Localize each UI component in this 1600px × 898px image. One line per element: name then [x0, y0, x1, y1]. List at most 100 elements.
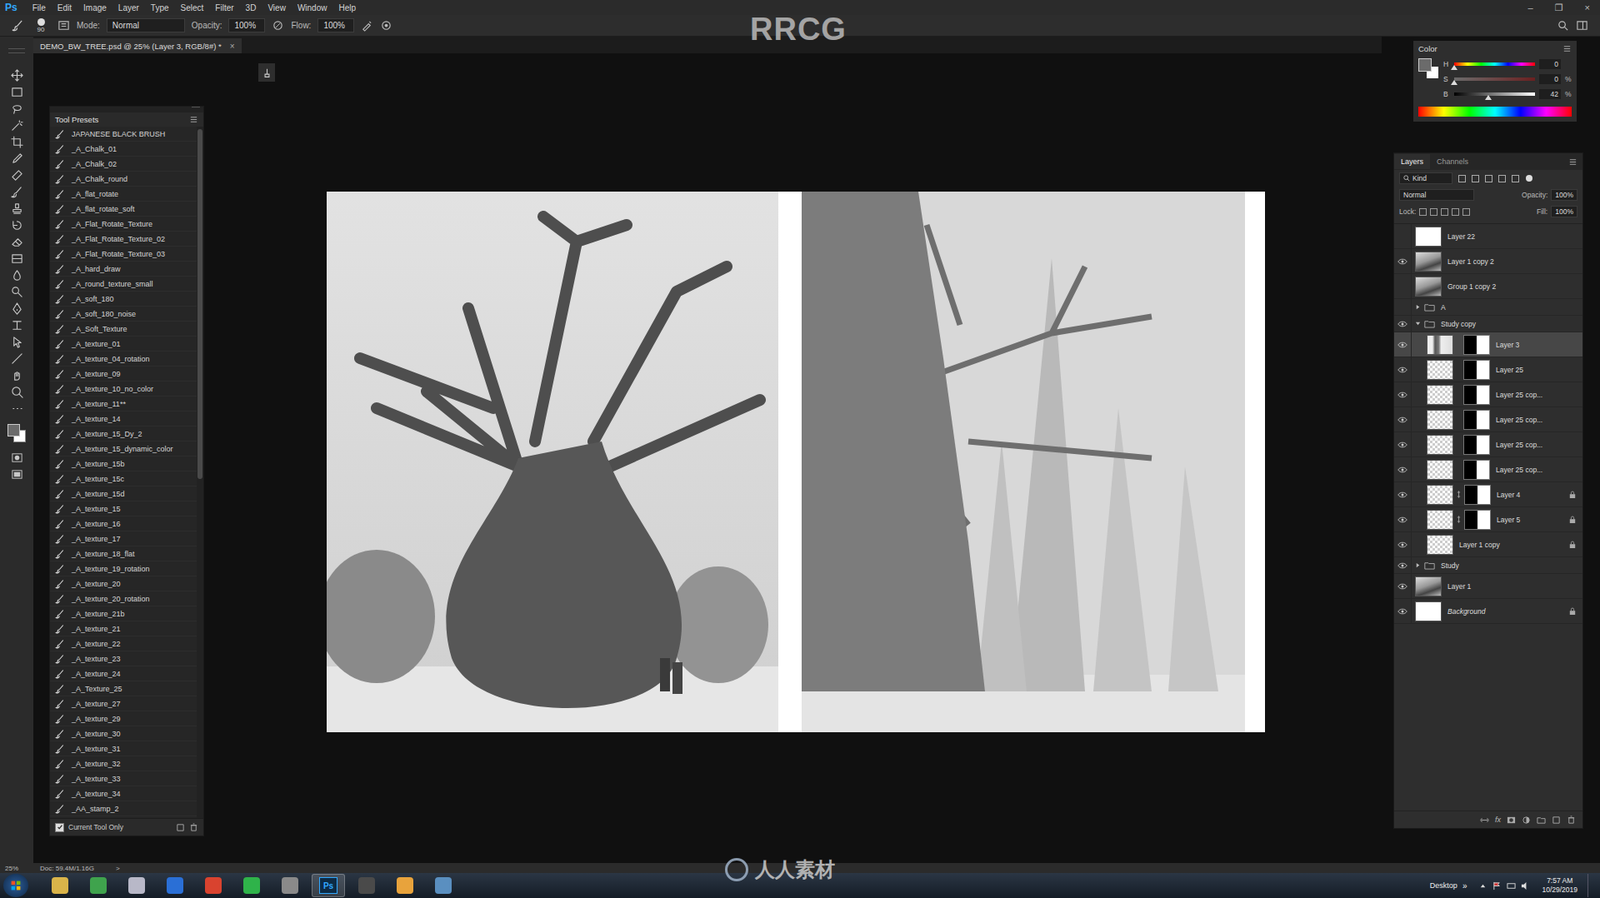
- group-name[interactable]: Study copy: [1440, 320, 1476, 329]
- panel-title-bar[interactable]: [50, 106, 204, 113]
- layer-mask-thumbnail[interactable]: [1464, 510, 1491, 530]
- chevron-icon[interactable]: [1415, 562, 1421, 569]
- layer-thumbnail[interactable]: [1426, 535, 1454, 555]
- layer-row[interactable]: Layer 3: [1394, 332, 1583, 358]
- preset-item[interactable]: _A_texture_09: [50, 366, 197, 382]
- menu-item[interactable]: Type: [150, 3, 170, 13]
- channel-value[interactable]: 0: [1539, 74, 1561, 85]
- preset-item[interactable]: _A_texture_04_rotation: [50, 351, 197, 367]
- visibility-toggle[interactable]: [1394, 599, 1412, 624]
- tool-icon[interactable]: [10, 202, 24, 215]
- panel-menu-icon[interactable]: [189, 115, 199, 125]
- preset-item[interactable]: _A_Flat_Rotate_Texture_02: [50, 231, 197, 247]
- filter-type-icon[interactable]: [1471, 175, 1480, 183]
- visibility-toggle[interactable]: [1394, 382, 1412, 407]
- search-icon[interactable]: [1556, 19, 1570, 32]
- preset-item[interactable]: _A_texture_10_no_color: [50, 381, 197, 397]
- window-control[interactable]: ❐: [1550, 2, 1569, 14]
- layer-row[interactable]: Layer 25 cop...: [1394, 407, 1583, 433]
- visibility-toggle[interactable]: [1394, 482, 1412, 507]
- chevron-icon[interactable]: [1415, 304, 1421, 310]
- foreground-color-swatch[interactable]: [7, 424, 20, 437]
- layer-row[interactable]: Study: [1394, 557, 1583, 575]
- preset-item[interactable]: _A_soft_180_noise: [50, 306, 197, 322]
- preset-item[interactable]: _A_texture_24: [50, 666, 197, 682]
- preset-item[interactable]: _A_texture_31: [50, 741, 197, 757]
- preset-item[interactable]: _A_texture_15: [50, 501, 197, 517]
- slider-track[interactable]: [1454, 92, 1535, 96]
- layer-thumbnail[interactable]: [1426, 485, 1454, 505]
- layer-row[interactable]: Layer 5: [1394, 507, 1583, 533]
- preset-item[interactable]: _A_texture_32: [50, 756, 197, 772]
- layer-row[interactable]: Layer 1 copy: [1394, 532, 1583, 558]
- slider-track[interactable]: [1454, 62, 1535, 66]
- new-preset-icon[interactable]: [175, 823, 185, 833]
- filter-type-icon[interactable]: [1511, 175, 1520, 183]
- flow-field[interactable]: 100%: [317, 18, 355, 33]
- preset-item[interactable]: _A_Soft_Texture: [50, 321, 197, 337]
- visibility-toggle[interactable]: [1394, 249, 1412, 274]
- lock-option-icon[interactable]: [1440, 208, 1449, 216]
- layer-name[interactable]: Layer 25 cop...: [1495, 465, 1543, 475]
- taskbar-app[interactable]: [196, 874, 230, 898]
- taskbar-app[interactable]: [81, 874, 115, 898]
- brush-preset-picker[interactable]: 90: [30, 18, 51, 34]
- layer-row[interactable]: Layer 25 cop...: [1394, 457, 1583, 483]
- visibility-toggle[interactable]: [1394, 507, 1412, 532]
- layer-name[interactable]: Background: [1447, 607, 1485, 616]
- layer-thumbnail[interactable]: [1415, 226, 1442, 247]
- workspace-icon[interactable]: [1575, 19, 1589, 32]
- taskbar-app[interactable]: [235, 874, 269, 898]
- current-tool-only-checkbox[interactable]: [55, 823, 65, 833]
- zoom-level[interactable]: 25%: [5, 865, 19, 873]
- slider-handle[interactable]: [1485, 95, 1492, 100]
- mode-dropdown[interactable]: Normal: [106, 18, 185, 33]
- taskbar-app[interactable]: [388, 874, 422, 898]
- panel-grip[interactable]: [8, 48, 25, 54]
- layer-thumbnail[interactable]: [1415, 276, 1442, 297]
- new-group-icon[interactable]: [1536, 815, 1546, 825]
- layer-name[interactable]: Group 1 copy 2: [1447, 282, 1496, 291]
- layer-thumbnail[interactable]: [1426, 360, 1454, 380]
- panel-menu-icon[interactable]: [1562, 44, 1572, 54]
- layer-name[interactable]: Layer 25: [1495, 365, 1524, 375]
- channel-value[interactable]: 0: [1539, 59, 1561, 70]
- layer-row[interactable]: Layer 1 copy 2: [1394, 249, 1583, 275]
- preset-item[interactable]: _A_flat_rotate_soft: [50, 201, 197, 217]
- app-logo[interactable]: Ps: [5, 1, 21, 14]
- taskbar-app[interactable]: [273, 874, 307, 898]
- filter-type-icon[interactable]: [1485, 175, 1493, 183]
- group-name[interactable]: A: [1440, 303, 1446, 312]
- layer-thumbnail[interactable]: [1426, 510, 1454, 530]
- layer-row[interactable]: Layer 25 cop...: [1394, 432, 1583, 458]
- preset-item[interactable]: _A_texture_19_rotation: [50, 561, 197, 577]
- tool-icon[interactable]: [10, 102, 24, 115]
- close-document-button[interactable]: ×: [230, 41, 235, 51]
- menu-item[interactable]: 3D: [245, 3, 257, 13]
- window-control[interactable]: ×: [1580, 2, 1595, 13]
- layer-row[interactable]: Layer 4: [1394, 482, 1583, 508]
- layer-mask-thumbnail[interactable]: [1463, 410, 1490, 430]
- taskbar-app[interactable]: [426, 874, 460, 898]
- collapse-icon[interactable]: [191, 106, 200, 112]
- layer-thumbnail[interactable]: [1426, 335, 1454, 355]
- filter-type-icon[interactable]: [1498, 175, 1506, 183]
- layer-thumbnail[interactable]: [1426, 435, 1454, 455]
- preset-item[interactable]: _A_Chalk_01: [50, 141, 197, 157]
- layer-row[interactable]: Layer 22: [1394, 224, 1583, 250]
- panel-tab[interactable]: Layers: [1394, 154, 1430, 170]
- visibility-toggle[interactable]: [1394, 224, 1412, 249]
- layer-name[interactable]: Layer 25 cop...: [1495, 415, 1543, 425]
- panel-menu-icon[interactable]: [1568, 157, 1578, 167]
- layer-name[interactable]: Layer 1 copy: [1459, 540, 1500, 550]
- panel-title[interactable]: Color: [1418, 44, 1438, 54]
- tool-icon[interactable]: [10, 352, 24, 365]
- visibility-toggle[interactable]: [1394, 407, 1412, 432]
- preset-item[interactable]: _A_texture_15_dynamic_color: [50, 441, 197, 457]
- chevron-icon[interactable]: [1415, 320, 1421, 327]
- new-layer-icon[interactable]: [1551, 815, 1561, 825]
- tool-icon[interactable]: [10, 302, 24, 315]
- preset-item[interactable]: _A_texture_15c: [50, 471, 197, 487]
- taskbar-app[interactable]: [350, 874, 384, 898]
- delete-layer-icon[interactable]: [1566, 815, 1576, 825]
